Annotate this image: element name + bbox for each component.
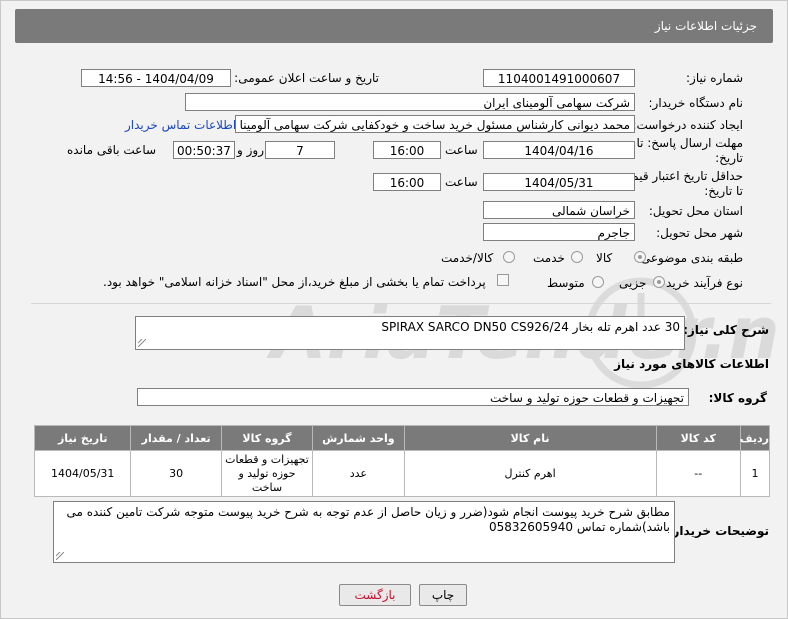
buyer-notes-text: مطابق شرح خرید پیوست انجام شود(ضرر و زیا… xyxy=(66,505,670,534)
col-header-name: نام کالا xyxy=(403,425,657,451)
province-field: خراسان شمالی xyxy=(483,201,635,219)
process-type-label: نوع فرآیند خرید : xyxy=(658,276,743,290)
col-header-group: گروه کالا xyxy=(220,425,314,451)
treasury-payment-checkbox[interactable] xyxy=(497,274,509,286)
city-field: جاجرم xyxy=(483,223,635,241)
validity-time-field: 16:00 xyxy=(373,173,441,191)
section-divider xyxy=(31,303,771,304)
description-label: شرح کلی نیاز: xyxy=(683,323,769,337)
province-label: استان محل تحویل: xyxy=(648,204,743,218)
creator-label: ایجاد کننده درخواست: xyxy=(632,118,743,132)
category-radio-goods-service[interactable] xyxy=(503,251,515,263)
need-number-field: 1104001491000607 xyxy=(483,69,635,87)
deadline-label: مهلت ارسال پاسخ: تا xyxy=(636,136,743,150)
process-option-medium: متوسط xyxy=(547,276,585,290)
buyer-org-label: نام دستگاه خریدار: xyxy=(648,96,744,110)
resize-grip-icon[interactable] xyxy=(138,339,146,347)
cell-date: 1404/05/31 xyxy=(33,450,132,497)
cell-unit: عدد xyxy=(312,450,405,497)
panel-header: جزئیات اطلاعات نیاز xyxy=(15,9,773,43)
process-option-minor: جزیی xyxy=(619,276,647,290)
print-button[interactable]: چاپ xyxy=(419,584,467,606)
goods-group-label: گروه کالا: xyxy=(708,391,767,405)
city-label: شهر محل تحویل: xyxy=(656,226,743,240)
cell-code: -- xyxy=(655,450,741,497)
validity-date-field: 1404/05/31 xyxy=(483,173,635,191)
category-radio-goods[interactable] xyxy=(634,251,646,263)
process-radio-minor[interactable] xyxy=(653,276,665,288)
days-field: 7 xyxy=(265,141,335,159)
announce-date-field: 1404/04/09 - 14:56 xyxy=(81,69,231,87)
days-label: روز و xyxy=(237,143,264,157)
category-option-service: خدمت xyxy=(533,251,565,265)
deadline-label-line2: تاریخ: xyxy=(715,151,743,165)
goods-table: ردیف کد کالا نام کالا واحد شمارش گروه کا… xyxy=(33,425,771,497)
buyer-contact-link[interactable]: اطلاعات تماس خریدار xyxy=(125,118,236,132)
remaining-time-field: 00:50:37 xyxy=(173,141,235,159)
need-details-panel: جزئیات اطلاعات نیاز AriaTender.neT شماره… xyxy=(0,0,788,619)
remaining-time-label: ساعت باقی مانده xyxy=(67,143,157,157)
validity-time-label: ساعت xyxy=(445,175,478,189)
goods-group-field: تجهیزات و قطعات حوزه تولید و ساخت xyxy=(137,388,689,406)
buyer-notes-label: توضیحات خریدار: xyxy=(667,524,769,538)
table-row: 1 -- اهرم کنترل عدد تجهیزات و قطعات حوزه… xyxy=(33,450,771,497)
creator-field: محمد دیوانی کارشناس مسئول خرید ساخت و خو… xyxy=(235,115,635,133)
need-number-label: شماره نیاز: xyxy=(686,71,743,85)
category-option-goods-service: کالا/خدمت xyxy=(441,251,494,265)
resize-grip-icon[interactable] xyxy=(56,552,64,560)
deadline-date-field: 1404/04/16 xyxy=(483,141,635,159)
deadline-time-field: 16:00 xyxy=(373,141,441,159)
back-button[interactable]: بازگشت xyxy=(339,584,411,606)
category-radio-service[interactable] xyxy=(571,251,583,263)
buyer-org-field: شرکت سهامی آلومینای ایران xyxy=(185,93,635,111)
description-textarea[interactable]: 30 عدد اهرم تله بخار SPIRAX SARCO DN50 C… xyxy=(135,316,685,350)
cell-name: اهرم کنترل xyxy=(403,450,657,497)
process-radio-medium[interactable] xyxy=(592,276,604,288)
goods-section-title: اطلاعات کالاهای مورد نیاز xyxy=(614,357,769,371)
col-header-unit: واحد شمارش xyxy=(312,425,405,451)
treasury-payment-note: پرداخت تمام یا بخشی از مبلغ خرید،از محل … xyxy=(103,275,486,289)
col-header-date: تاریخ نیاز xyxy=(33,425,132,451)
cell-row-number: 1 xyxy=(739,450,771,497)
col-header-row: ردیف xyxy=(740,425,771,451)
deadline-time-label: ساعت xyxy=(445,143,478,157)
price-validity-label: حداقل تاریخ اعتبار قیمت: xyxy=(616,169,743,183)
buyer-notes-textarea[interactable]: مطابق شرح خرید پیوست انجام شود(ضرر و زیا… xyxy=(53,501,675,563)
category-option-goods: کالا xyxy=(596,251,613,265)
col-header-code: کد کالا xyxy=(655,425,741,451)
price-validity-label-line2: تا تاریخ: xyxy=(704,184,743,198)
cell-group: تجهیزات و قطعات حوزه تولید و ساخت xyxy=(220,450,314,497)
description-text: 30 عدد اهرم تله بخار SPIRAX SARCO DN50 C… xyxy=(381,320,680,334)
cell-qty: 30 xyxy=(130,450,222,497)
goods-table-header: ردیف کد کالا نام کالا واحد شمارش گروه کا… xyxy=(33,425,771,451)
panel-title: جزئیات اطلاعات نیاز xyxy=(654,19,757,33)
category-label: طبقه بندی موضوعی: xyxy=(636,251,743,265)
announce-date-label: تاریخ و ساعت اعلان عمومی: xyxy=(234,71,379,85)
col-header-qty: تعداد / مقدار xyxy=(130,425,222,451)
